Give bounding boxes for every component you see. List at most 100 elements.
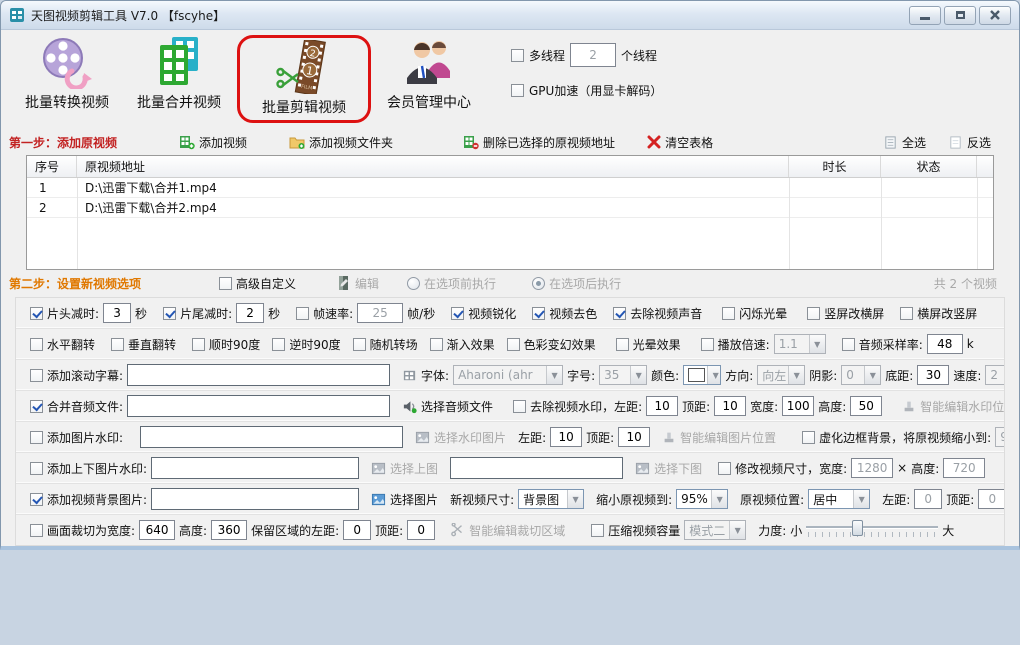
sample-rate-input[interactable]: [927, 334, 963, 354]
toolbar-item-batch-cut-highlighted[interactable]: 21FILM 批量剪辑视频: [237, 35, 371, 123]
multithread-checkbox[interactable]: [511, 49, 524, 62]
smart-edit-watermark-button[interactable]: 智能编辑水印位置: [902, 398, 1004, 415]
bg-left-input[interactable]: [914, 489, 942, 509]
resize-checkbox[interactable]: 修改视频尺寸，宽度:: [718, 460, 847, 477]
framerate-checkbox[interactable]: 帧速率:: [296, 305, 353, 322]
rotate-ccw-checkbox[interactable]: 逆时90度: [272, 336, 340, 353]
font-dropdown[interactable]: Aharoni (ahr▼: [453, 365, 563, 385]
compress-strength-slider[interactable]: [806, 520, 938, 540]
position-dropdown[interactable]: 居中▼: [808, 489, 870, 509]
sharpen-checkbox[interactable]: 视频锐化: [451, 305, 516, 322]
trim-head-input[interactable]: [103, 303, 131, 323]
image-watermark-top-input[interactable]: [618, 427, 650, 447]
landscape-to-portrait-checkbox[interactable]: 横屏改竖屏: [900, 305, 977, 322]
resize-width-input[interactable]: [851, 458, 893, 478]
play-speed-checkbox[interactable]: 播放倍速:: [701, 336, 770, 353]
halo-fx-checkbox[interactable]: 光晕效果: [616, 336, 681, 353]
flip-h-checkbox[interactable]: 水平翻转: [30, 336, 95, 353]
pick-audio-button[interactable]: 选择音频文件: [402, 398, 493, 415]
smart-edit-crop-button[interactable]: 智能编辑裁切区域: [451, 522, 565, 539]
direction-dropdown[interactable]: 向左▼: [757, 365, 805, 385]
flip-v-checkbox[interactable]: 垂直翻转: [111, 336, 176, 353]
crop-top-input[interactable]: [407, 520, 435, 540]
gpu-checkbox[interactable]: [511, 84, 524, 97]
color-fx-checkbox[interactable]: 色彩变幻效果: [507, 336, 596, 353]
clear-table-button[interactable]: 清空表格: [647, 134, 713, 151]
crop-checkbox[interactable]: 画面裁切为宽度:: [30, 522, 135, 539]
top-image-input[interactable]: [151, 457, 359, 479]
flicker-checkbox[interactable]: 闪烁光晕: [722, 305, 787, 322]
pick-image-button[interactable]: 选择图片: [371, 491, 438, 508]
advanced-custom-checkbox[interactable]: 高级自定义: [219, 275, 296, 292]
exec-before-radio[interactable]: 在选项前执行: [407, 275, 496, 292]
trim-tail-checkbox[interactable]: 片尾减时:: [163, 305, 232, 322]
delete-selected-button[interactable]: 删除已选择的原视频地址: [463, 134, 615, 151]
maximize-button[interactable]: [944, 6, 976, 25]
compress-mode-dropdown[interactable]: 模式二▼: [684, 520, 746, 540]
toolbar-item-batch-convert[interactable]: 批量转换视频: [11, 35, 123, 112]
add-video-button[interactable]: 添加视频: [179, 134, 247, 151]
toolbar-item-member-center[interactable]: 会员管理中心: [373, 35, 485, 112]
remove-watermark-left-input[interactable]: [646, 396, 678, 416]
crop-left-input[interactable]: [343, 520, 371, 540]
bottom-margin-input[interactable]: [917, 365, 949, 385]
bg-top-input[interactable]: [978, 489, 1004, 509]
table-row[interactable]: 1 D:\迅雷下载\合并1.mp4: [27, 178, 993, 198]
column-header-status[interactable]: 状态: [881, 156, 977, 177]
remove-watermark-checkbox[interactable]: 去除视频水印，左距:: [513, 398, 642, 415]
scroll-subtitle-input[interactable]: [127, 364, 390, 386]
crop-height-input[interactable]: [211, 520, 247, 540]
desaturate-checkbox[interactable]: 视频去色: [532, 305, 597, 322]
invert-select-button[interactable]: 反选: [948, 134, 991, 151]
new-size-dropdown[interactable]: 背景图▼: [518, 489, 584, 509]
image-watermark-checkbox[interactable]: 添加图片水印:: [30, 429, 123, 446]
merge-audio-input[interactable]: [127, 395, 390, 417]
trim-head-checkbox[interactable]: 片头减时:: [30, 305, 99, 322]
font-size-dropdown[interactable]: 35▼: [599, 365, 647, 385]
rotate-cw-checkbox[interactable]: 顺时90度: [192, 336, 260, 353]
bottom-image-input[interactable]: [450, 457, 623, 479]
blur-border-dropdown[interactable]: 90%▼: [995, 427, 1004, 447]
image-watermark-left-input[interactable]: [550, 427, 582, 447]
blur-border-checkbox[interactable]: 虚化边框背景，将原视频缩小到:: [802, 429, 991, 446]
remove-watermark-top-input[interactable]: [714, 396, 746, 416]
smart-edit-image-button[interactable]: 智能编辑图片位置: [662, 429, 776, 446]
framerate-input[interactable]: [357, 303, 403, 323]
resize-height-input[interactable]: [943, 458, 985, 478]
exec-after-radio[interactable]: 在选项后执行: [532, 275, 621, 292]
compress-checkbox[interactable]: 压缩视频容量: [591, 522, 680, 539]
top-bottom-watermark-checkbox[interactable]: 添加上下图片水印:: [30, 460, 147, 477]
trim-tail-input[interactable]: [236, 303, 264, 323]
image-watermark-input[interactable]: [140, 426, 403, 448]
remove-watermark-width-input[interactable]: [782, 396, 814, 416]
mute-checkbox[interactable]: 去除视频声音: [613, 305, 702, 322]
select-all-button[interactable]: 全选: [883, 134, 926, 151]
toolbar-item-batch-merge[interactable]: 批量合并视频: [123, 35, 235, 112]
minimize-button[interactable]: [909, 6, 941, 25]
edit-button[interactable]: 编辑: [336, 275, 379, 292]
thread-count-input[interactable]: [570, 43, 616, 67]
bg-image-checkbox[interactable]: 添加视频背景图片:: [30, 491, 147, 508]
close-button[interactable]: [979, 6, 1011, 25]
remove-watermark-height-input[interactable]: [850, 396, 882, 416]
play-speed-dropdown[interactable]: 1.1▼: [774, 334, 826, 354]
color-dropdown[interactable]: ▼: [683, 365, 721, 385]
slider-thumb[interactable]: [852, 520, 863, 536]
pick-bottom-image-button[interactable]: 选择下图: [635, 460, 702, 477]
table-row[interactable]: 2 D:\迅雷下载\合并2.mp4: [27, 198, 993, 218]
sample-rate-checkbox[interactable]: 音频采样率:: [842, 336, 923, 353]
column-header-index[interactable]: 序号: [27, 156, 77, 177]
random-transition-checkbox[interactable]: 随机转场: [353, 336, 418, 353]
pick-watermark-image-button[interactable]: 选择水印图片: [415, 429, 506, 446]
scroll-speed-dropdown[interactable]: 2▼: [985, 365, 1004, 385]
shrink-dropdown[interactable]: 95%▼: [676, 489, 728, 509]
add-folder-button[interactable]: 添加视频文件夹: [289, 134, 393, 151]
column-header-path[interactable]: 原视频地址: [77, 156, 789, 177]
column-header-duration[interactable]: 时长: [789, 156, 881, 177]
portrait-to-landscape-checkbox[interactable]: 竖屏改横屏: [807, 305, 884, 322]
bg-image-input[interactable]: [151, 488, 359, 510]
scroll-subtitle-checkbox[interactable]: 添加滚动字幕:: [30, 367, 123, 384]
shadow-dropdown[interactable]: 0▼: [841, 365, 881, 385]
crop-width-input[interactable]: [139, 520, 175, 540]
pick-top-image-button[interactable]: 选择上图: [371, 460, 438, 477]
